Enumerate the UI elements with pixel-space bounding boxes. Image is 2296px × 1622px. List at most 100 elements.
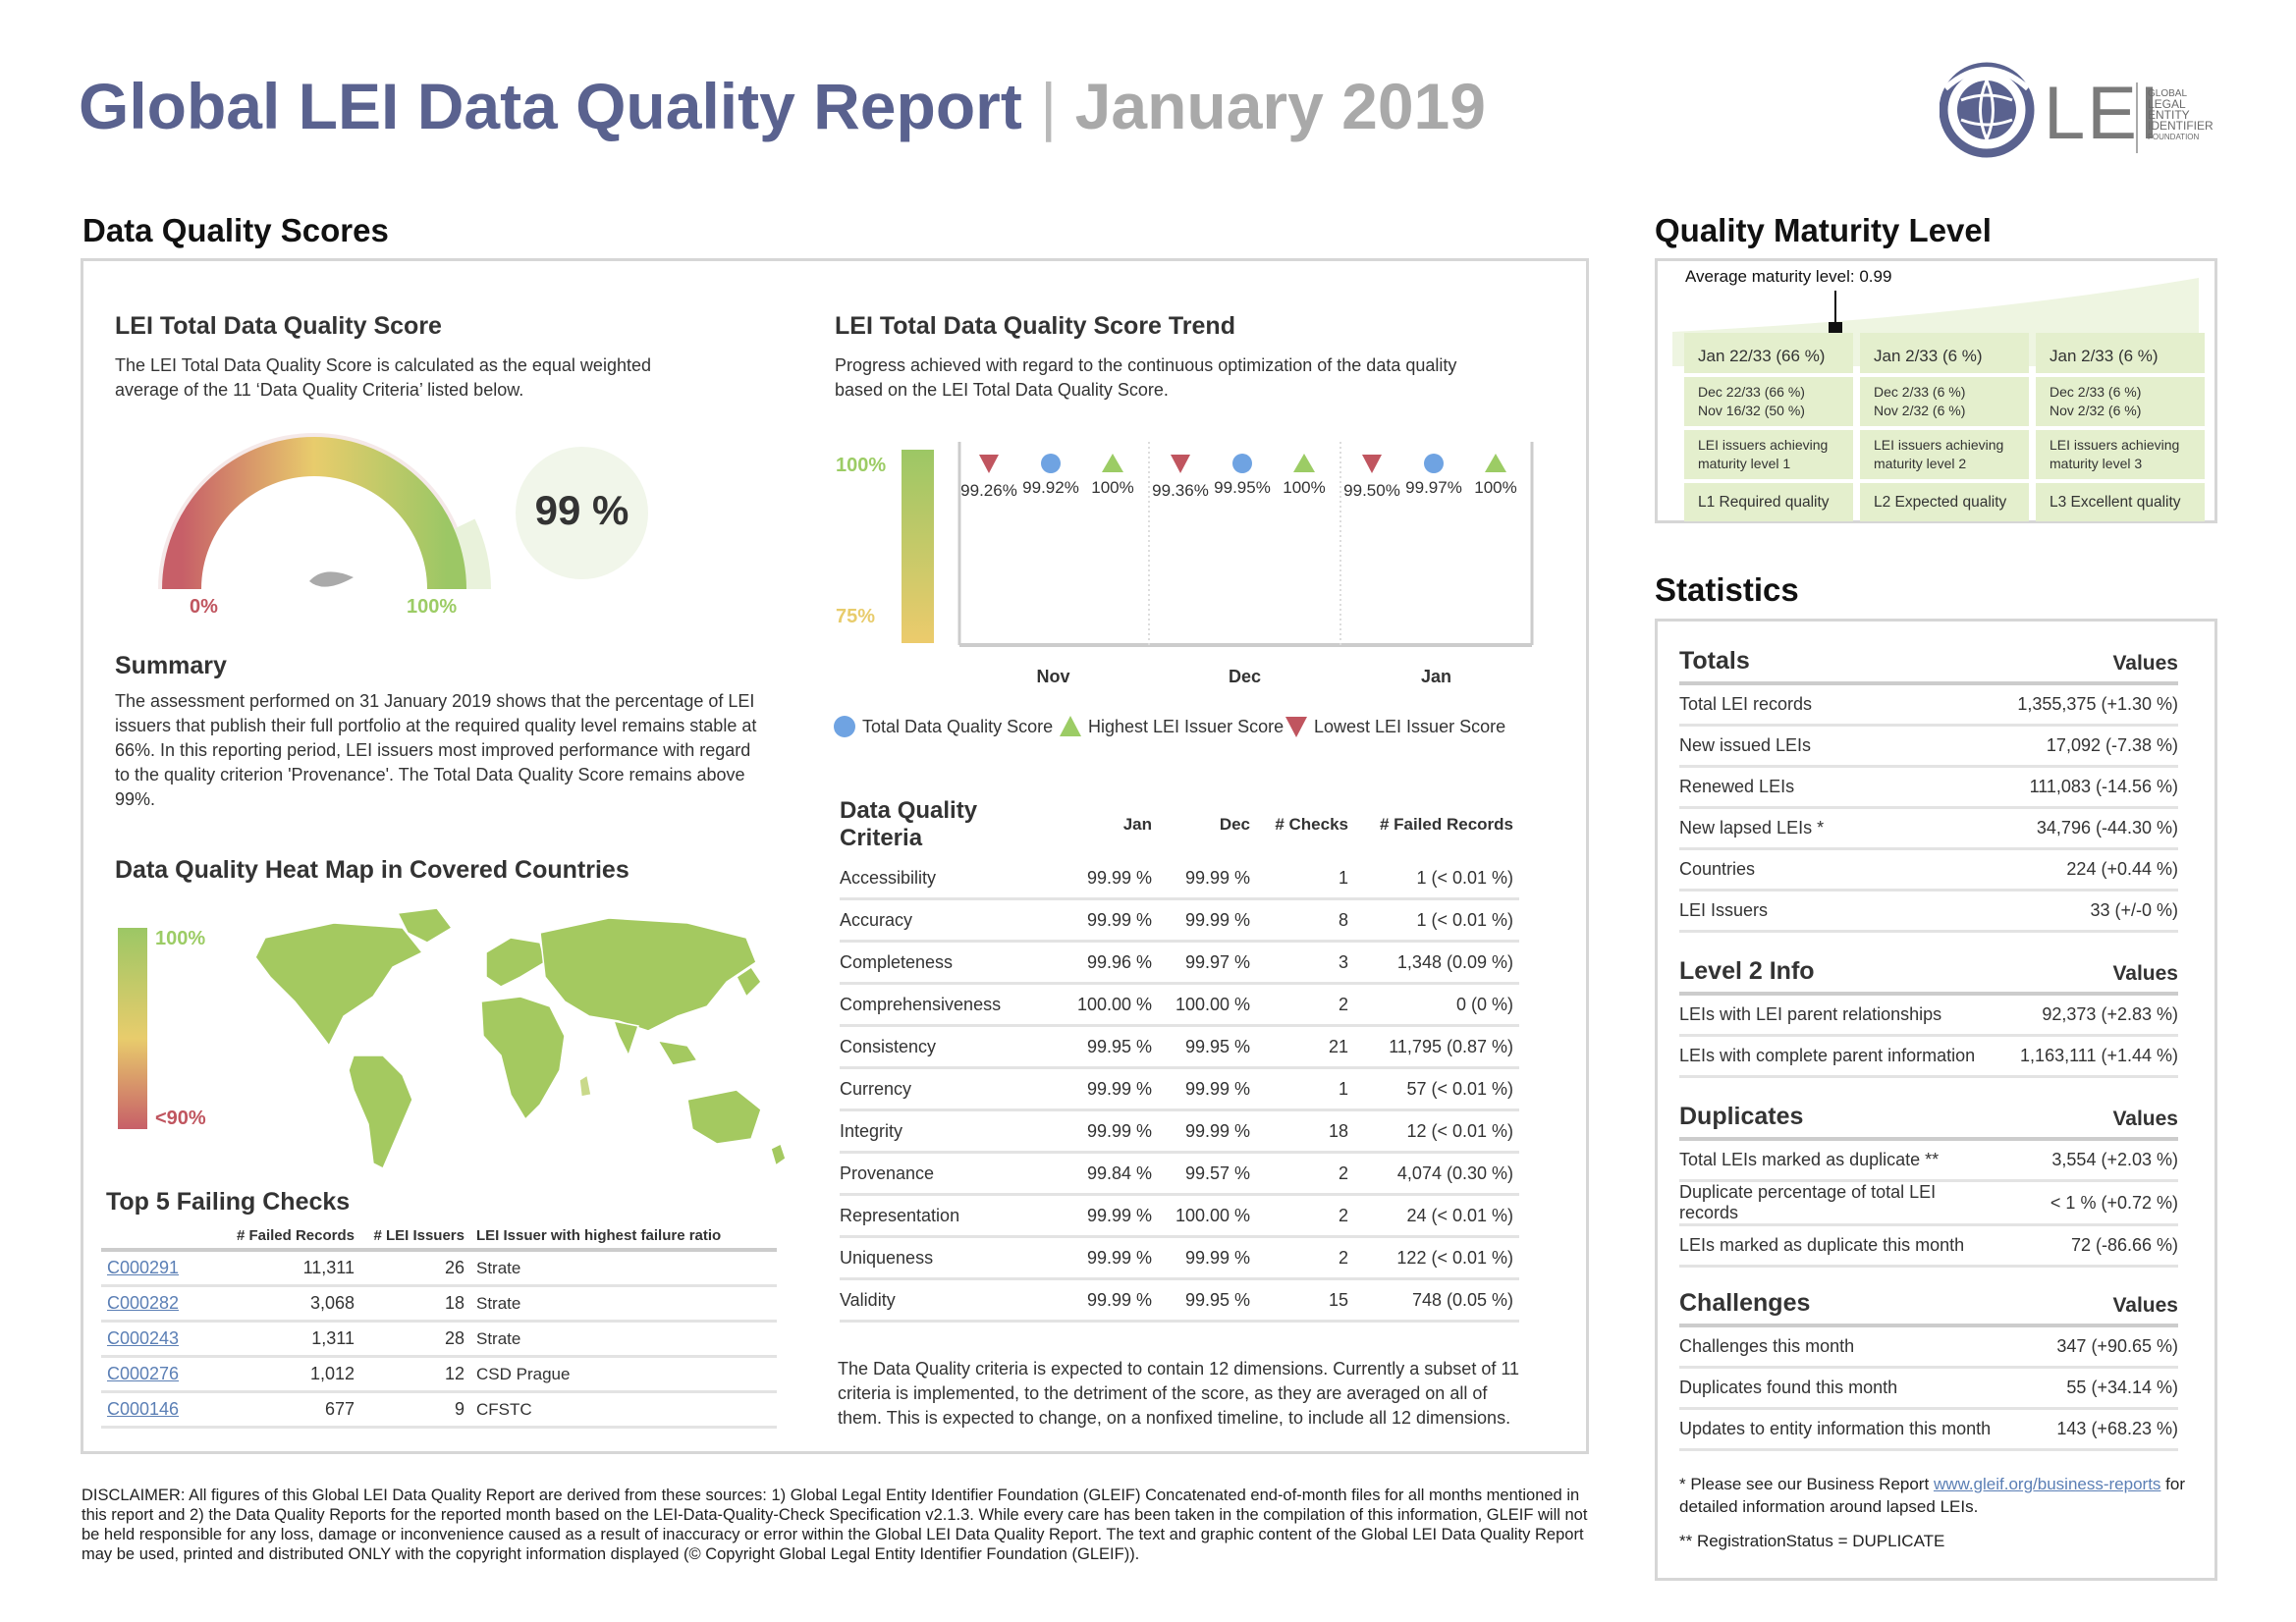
failing-cell: 26 <box>360 1252 470 1287</box>
gauge-needle <box>309 571 354 587</box>
criteria-col-failed: # Failed Records <box>1379 815 1513 834</box>
criteria-name: Completeness <box>840 943 1060 985</box>
failing-cell: 1,012 <box>221 1358 360 1393</box>
criteria-cell: 99.99 % <box>1158 900 1256 943</box>
criteria-cell: 21 <box>1256 1027 1354 1069</box>
stat-label: Updates to entity information this month <box>1679 1410 2001 1451</box>
logo-text: LEI <box>2044 72 2162 155</box>
criteria-cell: 122 (< 0.01 %) <box>1354 1238 1519 1280</box>
criteria-cell: 99.84 % <box>1060 1154 1158 1196</box>
check-code-link[interactable]: C000282 <box>101 1287 221 1323</box>
criteria-name: Representation <box>840 1196 1060 1238</box>
trend-data-label: 100% <box>1474 478 1516 497</box>
criteria-cell: 99.99 % <box>1060 1280 1158 1323</box>
heatmap-scale-bottom: <90% <box>155 1108 206 1129</box>
criteria-cell: 99.96 % <box>1060 943 1158 985</box>
stat-row: LEIs marked as duplicate this month 72 (-… <box>1679 1226 2178 1268</box>
stat-group-title: Challenges <box>1679 1282 2001 1327</box>
score-gauge <box>158 433 491 590</box>
title-separator: | <box>1040 70 1058 142</box>
criteria-cell: 99.57 % <box>1158 1154 1256 1196</box>
criteria-cell: 99.95 % <box>1158 1027 1256 1069</box>
trend-category-label: Nov <box>1036 667 1069 686</box>
criteria-cell: 99.95 % <box>1060 1027 1158 1069</box>
failing-col-records: # Failed Records <box>221 1227 360 1252</box>
criteria-cell: 748 (0.05 %) <box>1354 1280 1519 1323</box>
stat-group-level-2-info: Level 2 Info Values LEIs with LEI parent r… <box>1679 950 2178 1078</box>
criteria-cell: 8 <box>1256 900 1354 943</box>
criteria-cell: 99.99 % <box>1060 1238 1158 1280</box>
maturity-level-2: Jan 2/33 (6 %) Dec 2/33 (6 %) Nov 2/32 (6… <box>1860 333 2029 525</box>
criteria-col-jan: Jan <box>1122 815 1152 834</box>
stat-value: 72 (-86.66 %) <box>2001 1226 2178 1268</box>
criteria-row: Accuracy 99.99 % 99.99 % 8 1 (< 0.01 %) <box>840 900 1519 943</box>
failing-cell: 28 <box>360 1323 470 1358</box>
failing-cell: 3,068 <box>221 1287 360 1323</box>
stat-row: Renewed LEIs 111,083 (-14.56 %) <box>1679 768 2178 809</box>
stat-row: Updates to entity information this month… <box>1679 1410 2178 1451</box>
stat-label: Duplicate percentage of total LEI record… <box>1679 1182 2001 1226</box>
criteria-row: Provenance 99.84 % 99.57 % 2 4,074 (0.30 %) <box>840 1154 1519 1196</box>
criteria-row: Uniqueness 99.99 % 99.99 % 2 122 (< 0.01 %) <box>840 1238 1519 1280</box>
stat-value: 143 (+68.23 %) <box>2001 1410 2178 1451</box>
criteria-cell: 99.99 % <box>1060 900 1158 943</box>
check-code-link[interactable]: C000243 <box>101 1323 221 1358</box>
failing-cell: 1,311 <box>221 1323 360 1358</box>
failing-row: C000282 3,068 18 Strate <box>101 1287 777 1323</box>
failing-row: C000146 677 9 CFSTC <box>101 1393 777 1429</box>
stat-label: Countries <box>1679 850 2001 892</box>
criteria-cell: 12 (< 0.01 %) <box>1354 1111 1519 1154</box>
criteria-cell: 99.99 % <box>1158 1069 1256 1111</box>
title-main: Global LEI Data Quality Report <box>79 70 1022 142</box>
criteria-cell: 99.99 % <box>1060 1069 1158 1111</box>
stat-value: 347 (+90.65 %) <box>2001 1327 2178 1369</box>
statistics-heading: Statistics <box>1655 571 1799 608</box>
failing-col-issuers: # LEI Issuers <box>360 1227 470 1252</box>
failing-cell: Strate <box>470 1323 777 1358</box>
stat-group-totals: Totals Values Total LEI records 1,355,375 (… <box>1679 640 2178 933</box>
criteria-cell: 4,074 (0.30 %) <box>1354 1154 1519 1196</box>
check-code-link[interactable]: C000146 <box>101 1393 221 1429</box>
check-code-link[interactable]: C000276 <box>101 1358 221 1393</box>
stat-row: Total LEIs marked as duplicate ** 3,554 (… <box>1679 1141 2178 1182</box>
trend-heading: LEI Total Data Quality Score Trend <box>835 312 1235 340</box>
stat-group-title: Level 2 Info <box>1679 950 2001 996</box>
trend-category-label: Jan <box>1421 667 1451 686</box>
stat-value: 224 (+0.44 %) <box>2001 850 2178 892</box>
stat-row: Challenges this month 347 (+90.65 %) <box>1679 1327 2178 1369</box>
criteria-note: The Data Quality criteria is expected to… <box>838 1359 1520 1428</box>
criteria-name: Currency <box>840 1069 1060 1111</box>
stat-value: 1,163,111 (+1.44 %) <box>2001 1037 2178 1078</box>
stat-group-title: Duplicates <box>1679 1096 2001 1141</box>
failing-cell: 677 <box>221 1393 360 1429</box>
stat-label: Total LEIs marked as duplicate ** <box>1679 1141 2001 1182</box>
trend-point-lowest <box>979 455 999 473</box>
criteria-cell: 99.99 % <box>1158 858 1256 900</box>
criteria-cell: 1,348 (0.09 %) <box>1354 943 1519 985</box>
failing-row: C000291 11,311 26 Strate <box>101 1252 777 1287</box>
criteria-cell: 0 (0 %) <box>1354 985 1519 1027</box>
stat-label: Total LEI records <box>1679 685 2001 727</box>
legend-highest: Highest LEI Issuer Score <box>1088 717 1285 736</box>
trend-data-label: 99.36% <box>1152 481 1209 500</box>
trend-point-highest <box>1293 454 1315 472</box>
criteria-name: Uniqueness <box>840 1238 1060 1280</box>
failing-cell: 12 <box>360 1358 470 1393</box>
criteria-cell: 99.99 % <box>1060 1196 1158 1238</box>
trend-data-label: 99.97% <box>1405 478 1462 497</box>
stat-value: 17,092 (-7.38 %) <box>2001 727 2178 768</box>
business-report-link[interactable]: www.gleif.org/business-reports <box>1934 1475 2160 1493</box>
logo-subtext: GLOBAL LEGAL ENTITY IDENTIFIER FOUNDATIO… <box>2148 88 2214 141</box>
stat-values-label: Values <box>2001 640 2178 685</box>
stat-label: New issued LEIs <box>1679 727 2001 768</box>
criteria-cell: 2 <box>1256 1196 1354 1238</box>
stat-row: Countries 224 (+0.44 %) <box>1679 850 2178 892</box>
check-code-link[interactable]: C000291 <box>101 1252 221 1287</box>
maturity-levels: Jan 22/33 (66 %) Dec 22/33 (66 %) Nov 16/… <box>1672 278 2205 521</box>
criteria-table: Data Quality Criteria Jan Dec # Checks #… <box>840 797 1519 1323</box>
criteria-cell: 1 (< 0.01 %) <box>1354 900 1519 943</box>
stat-group-duplicates: Duplicates Values Total LEIs marked as dup… <box>1679 1096 2178 1268</box>
criteria-row: Consistency 99.95 % 99.95 % 21 11,795 (0.87 … <box>840 1027 1519 1069</box>
stat-label: Renewed LEIs <box>1679 768 2001 809</box>
failing-row: C000243 1,311 28 Strate <box>101 1323 777 1358</box>
